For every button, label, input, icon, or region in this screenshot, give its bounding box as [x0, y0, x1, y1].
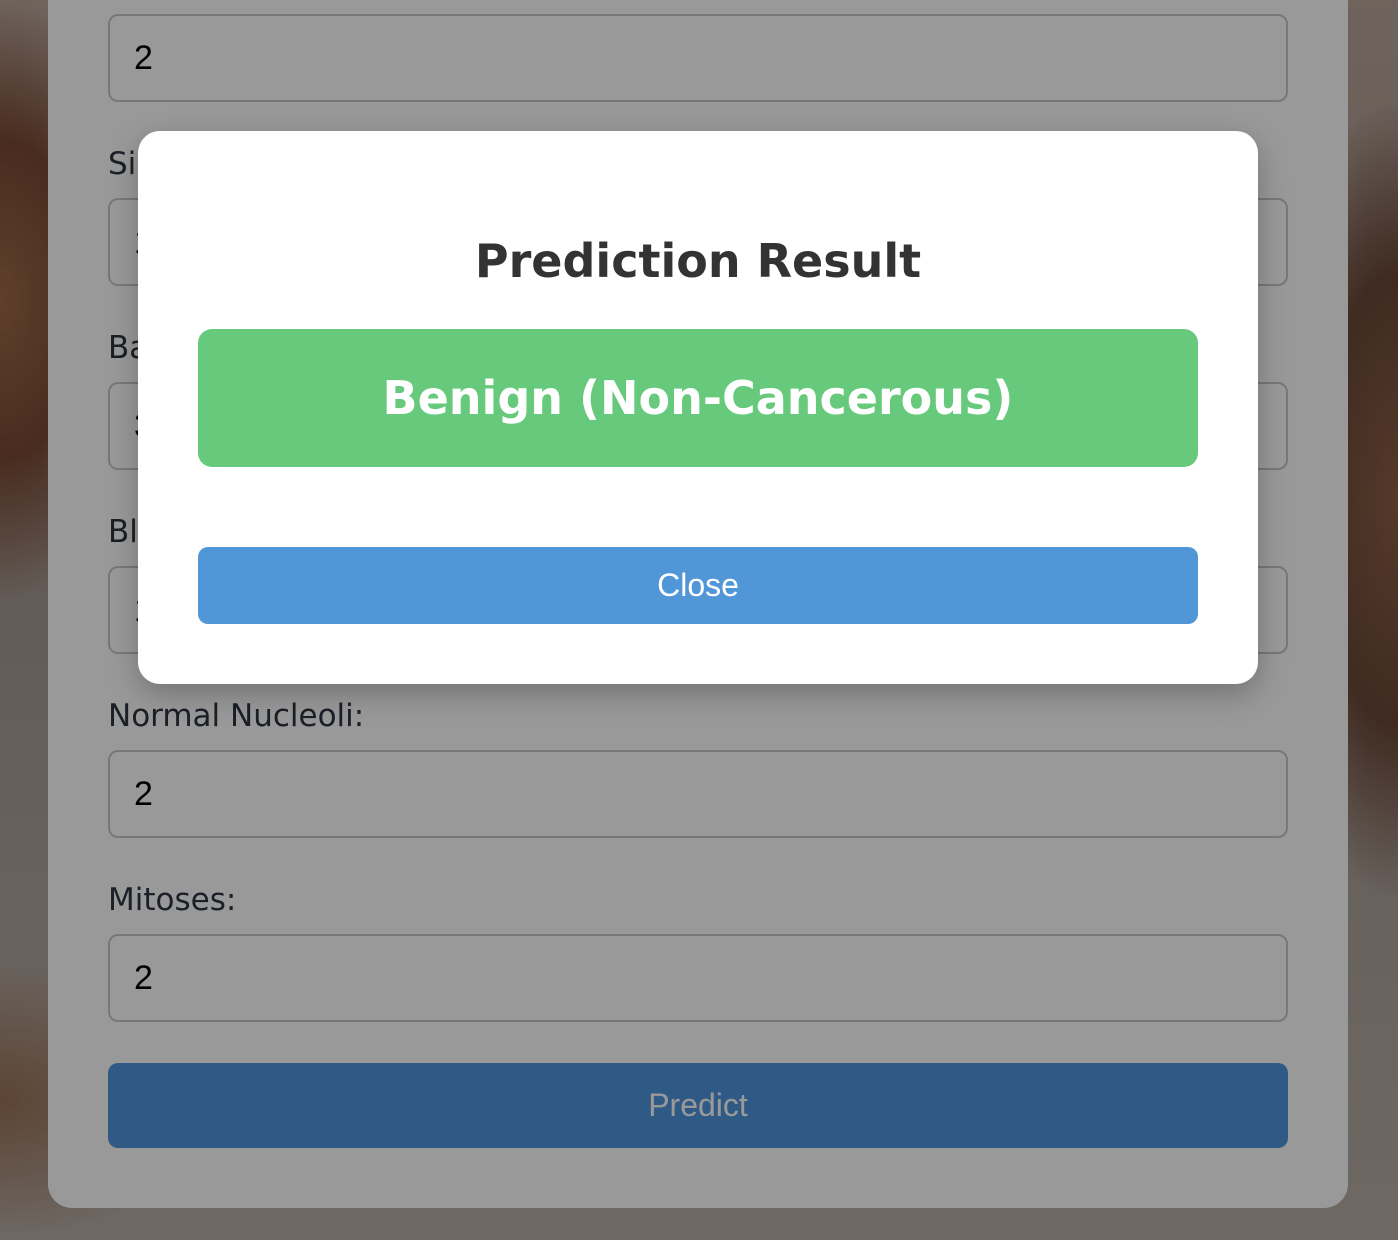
- result-badge: Benign (Non-Cancerous): [198, 329, 1198, 467]
- modal-title: Prediction Result: [474, 234, 922, 288]
- close-button[interactable]: Close: [198, 547, 1198, 624]
- prediction-result-modal: Prediction Result Benign (Non-Cancerous)…: [138, 131, 1258, 684]
- result-text: Benign (Non-Cancerous): [382, 371, 1014, 425]
